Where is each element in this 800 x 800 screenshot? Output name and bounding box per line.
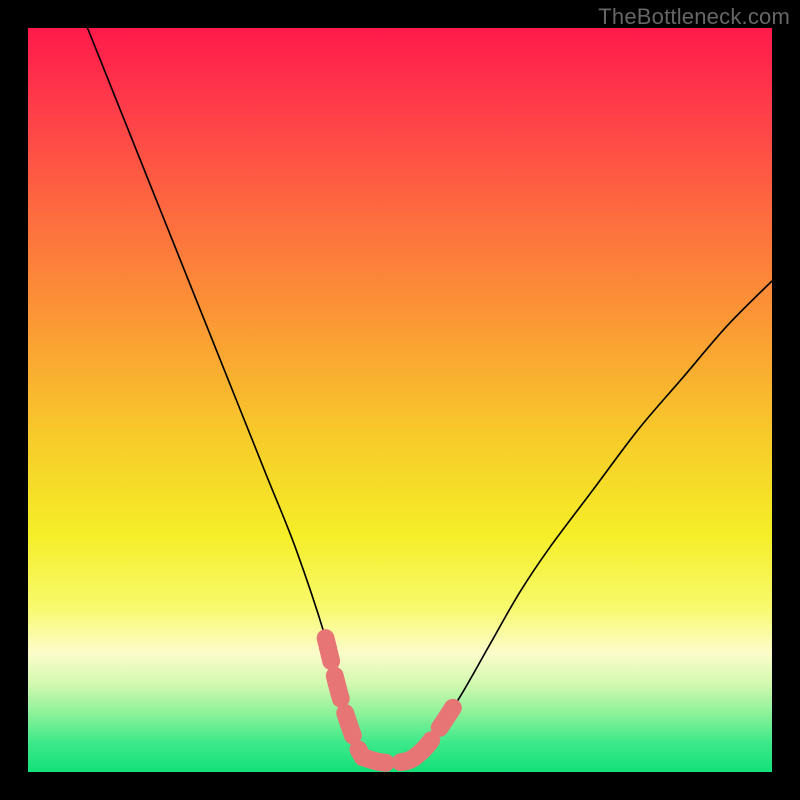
watermark-text: TheBottleneck.com — [598, 4, 790, 30]
chart-frame: TheBottleneck.com — [0, 0, 800, 800]
chart-background — [28, 28, 772, 772]
chart-plot — [28, 28, 772, 772]
